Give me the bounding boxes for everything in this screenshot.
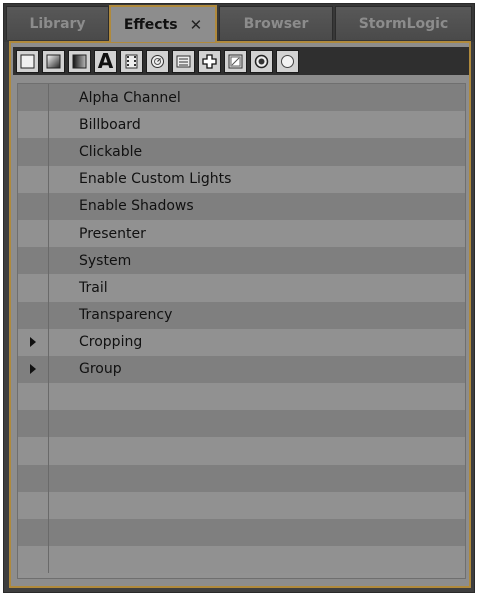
row-gutter [18,247,49,275]
image-frame-icon[interactable] [224,49,247,73]
text-a-glyph: A [97,49,114,73]
close-icon[interactable]: ✕ [190,16,203,34]
row-gutter [18,165,49,193]
effects-list: Alpha Channel Billboard Clickable Enable… [17,83,466,579]
list-item-label: Group [79,361,122,378]
tab-effects-label: Effects [123,16,178,33]
plus-cross-icon[interactable] [198,49,221,73]
list-item[interactable]: Trail [18,274,465,302]
effects-window: Library Effects ✕ Browser StormLogic A A… [3,3,475,593]
row-gutter [18,192,49,220]
text-a-icon[interactable]: A [94,49,117,73]
expand-arrow-icon[interactable] [30,337,36,348]
list-item[interactable]: Alpha Channel [18,84,465,112]
row-gutter [18,84,49,112]
list-item-label: Cropping [79,334,143,351]
ring-icon[interactable] [250,49,273,73]
list-item-label: System [79,252,132,269]
list-item-label: Trail [79,279,108,296]
tab-effects[interactable]: Effects ✕ [109,5,217,42]
empty-row [18,410,465,438]
list-lines-icon[interactable] [172,49,195,73]
row-gutter [18,138,49,166]
circle-icon[interactable] [276,49,299,73]
tab-stormlogic-label: StormLogic [358,15,449,32]
list-item-label: Enable Custom Lights [79,171,232,188]
list-item[interactable]: Transparency [18,301,465,329]
row-gutter [18,301,49,329]
row-gutter [18,219,49,248]
list-item[interactable]: Billboard [18,111,465,139]
empty-row [18,437,465,465]
list-item[interactable]: Clickable [18,138,465,166]
row-gutter [18,111,49,139]
row-gutter [18,355,49,384]
empty-row [18,519,465,547]
effects-toolbar: A [13,47,469,75]
gradient-dark-icon[interactable] [68,49,91,73]
gradient-light-icon[interactable] [42,49,65,73]
row-gutter [18,274,49,302]
list-item[interactable]: Enable Custom Lights [18,165,465,193]
list-item[interactable]: System [18,247,465,275]
tab-browser-label: Browser [243,15,309,32]
tab-browser[interactable]: Browser [219,6,333,40]
list-item-cropping[interactable]: Cropping [18,328,465,356]
effects-panel: A Alpha Channel Billboard Clickable Enab… [9,41,471,588]
empty-row [18,464,465,492]
empty-row [18,546,465,574]
list-item-label: Enable Shadows [79,198,194,215]
tab-stormlogic[interactable]: StormLogic [335,6,472,40]
list-item-label: Clickable [79,143,143,160]
row-gutter [18,328,49,356]
tab-library-label: Library [29,15,86,32]
expand-arrow-icon[interactable] [30,364,36,375]
blank-square-icon[interactable] [16,49,39,73]
list-item-group[interactable]: Group [18,355,465,384]
dial-icon[interactable] [146,49,169,73]
list-item-label: Transparency [79,307,173,324]
list-item-label: Alpha Channel [79,89,181,106]
list-item[interactable]: Presenter [18,219,465,248]
list-item-label: Presenter [79,225,146,242]
list-item-label: Billboard [79,116,141,133]
filmstrip-icon[interactable] [120,49,143,73]
empty-row [18,491,465,519]
empty-row [18,383,465,411]
tab-library[interactable]: Library [6,6,109,40]
tab-bar: Library Effects ✕ Browser StormLogic [4,4,474,42]
list-item[interactable]: Enable Shadows [18,192,465,220]
